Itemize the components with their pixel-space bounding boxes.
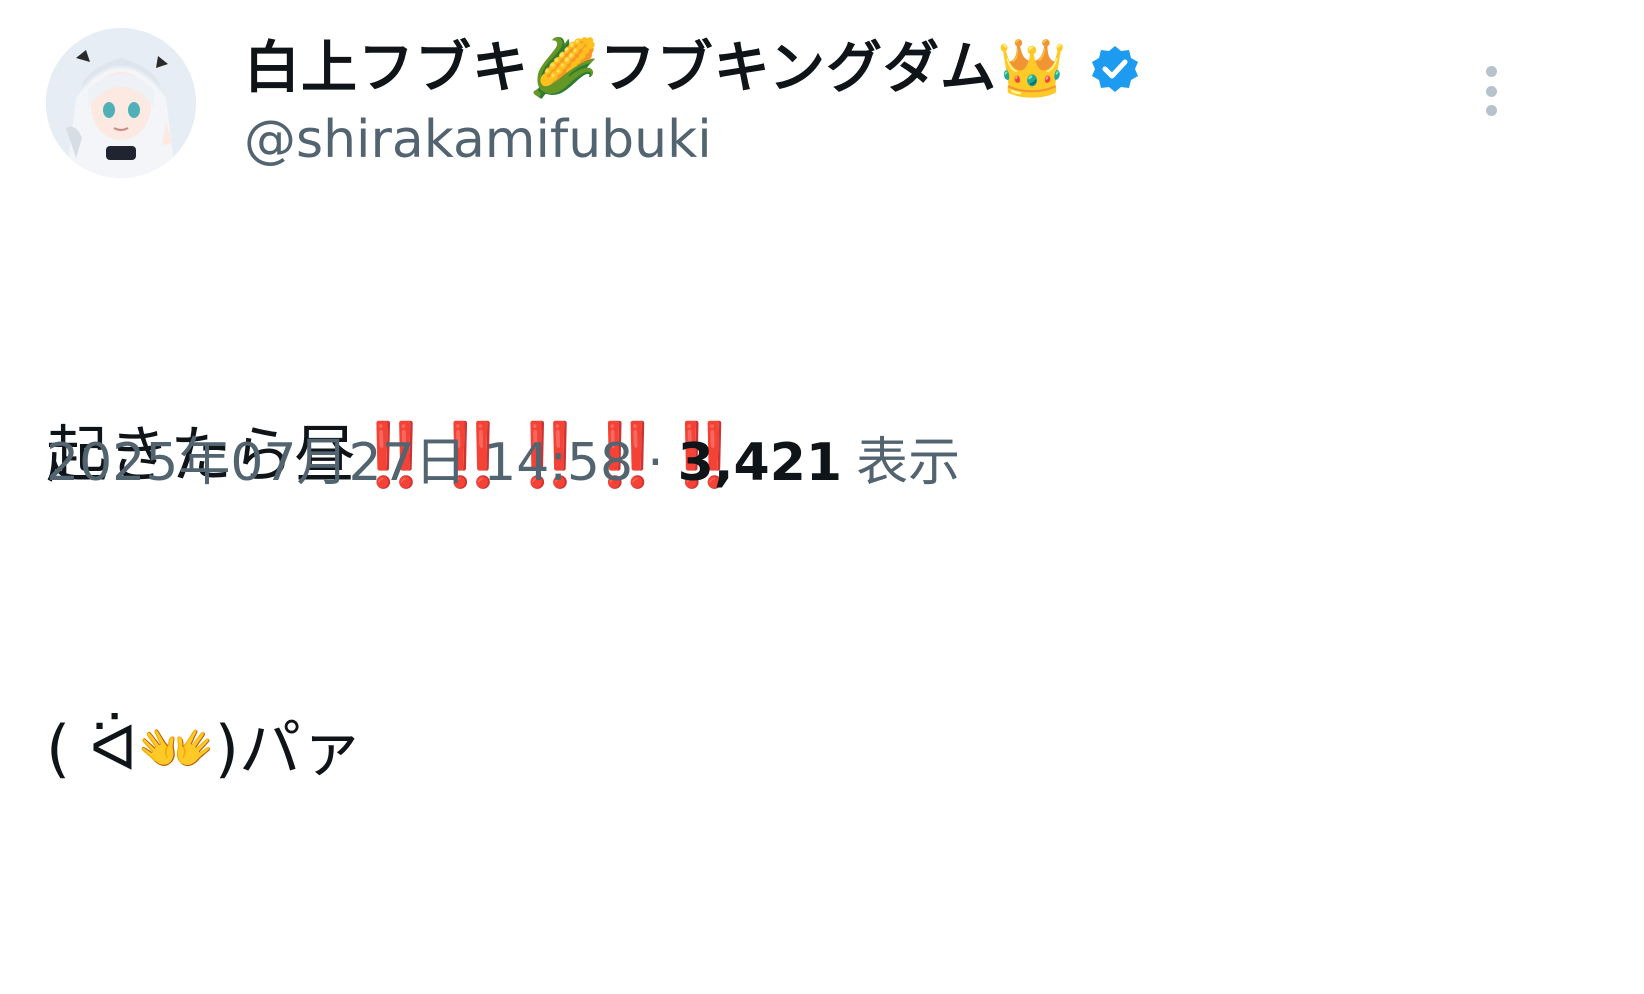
more-vertical-icon[interactable] — [1476, 66, 1506, 116]
author-handle[interactable]: @shirakamifubuki — [244, 108, 712, 172]
author-display-name[interactable]: 白上フブキ🌽フブキングダム👑 — [244, 32, 1068, 106]
tweet-timestamp[interactable]: 2025年07月27日 14:58 — [46, 433, 633, 493]
tweet-card: 白上フブキ🌽フブキングダム👑 @shirakamifubuki 起きたら昼‼️‼… — [0, 0, 1644, 785]
tweet-meta: 2025年07月27日 14:58 · 3,421 表示 — [46, 428, 960, 498]
author-name-row: 白上フブキ🌽フブキングダム👑 — [244, 32, 1140, 106]
tweet-text-line: ( ᐛ👐)パァ — [46, 712, 363, 785]
tweet-text: 起きたら昼‼️‼️‼️‼️‼️ ( ᐛ👐)パァ — [46, 210, 742, 994]
avatar-image — [46, 28, 196, 178]
views-count: 3,421 — [677, 433, 843, 493]
verified-badge-icon — [1090, 44, 1140, 94]
author-avatar[interactable] — [46, 28, 196, 178]
views-label: 表示 — [856, 433, 961, 493]
meta-separator: · — [647, 433, 664, 493]
